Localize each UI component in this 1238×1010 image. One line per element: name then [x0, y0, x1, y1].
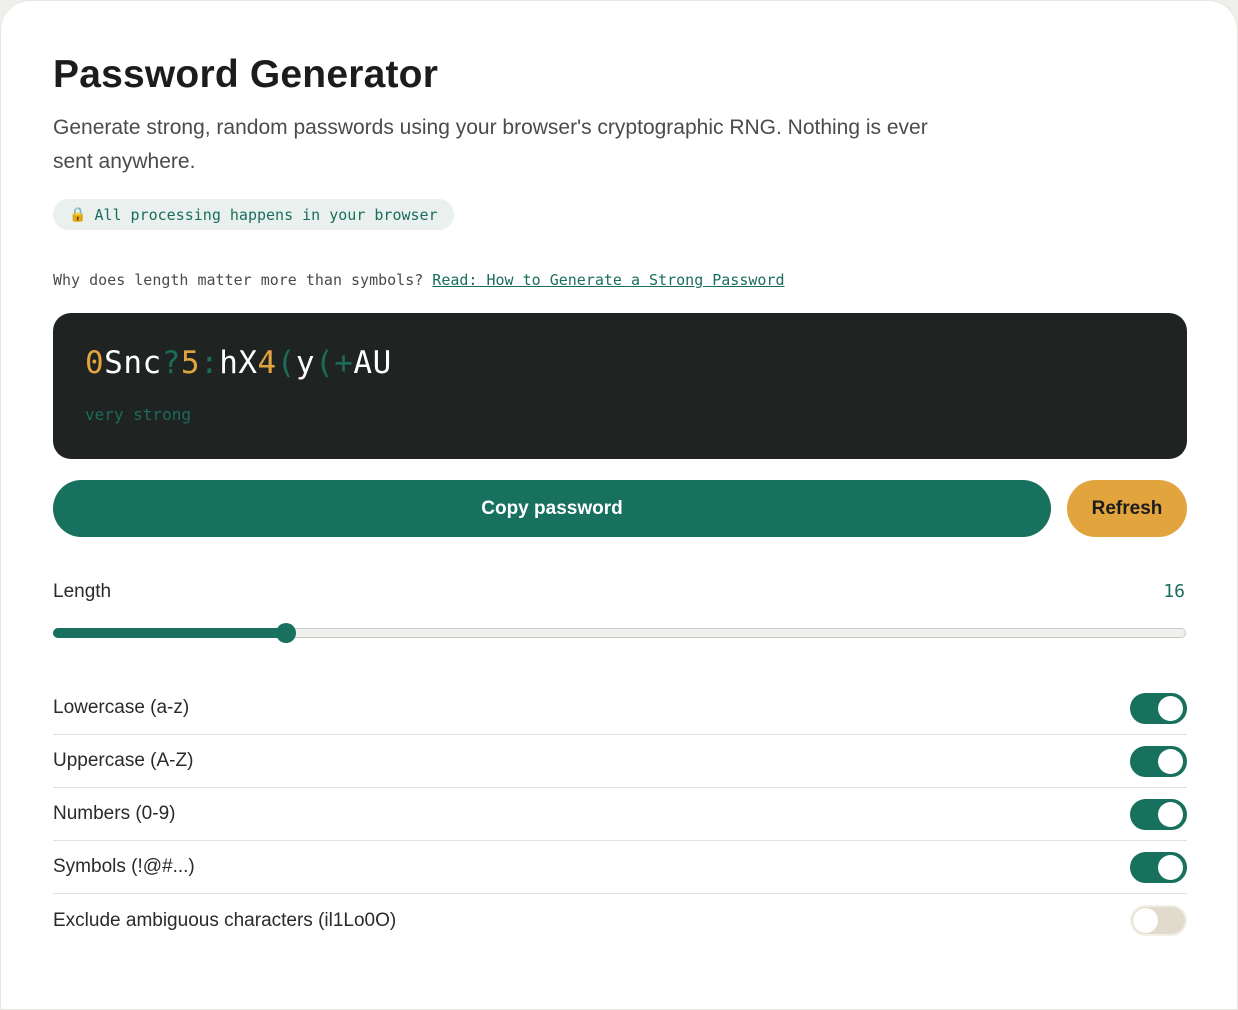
option-label: Exclude ambiguous characters (il1Lo0O) — [53, 909, 397, 931]
strength-label: very strong — [85, 405, 191, 424]
help-article-link[interactable]: Read: How to Generate a Strong Password — [432, 271, 784, 289]
option-exclude-ambiguous: Exclude ambiguous characters (il1Lo0O) — [53, 894, 1187, 947]
exclude-ambiguous-toggle[interactable] — [1130, 905, 1187, 936]
option-label: Lowercase (a-z) — [53, 697, 190, 718]
password-text[interactable]: 0Snc?5:hX4(y(+AU — [85, 345, 392, 381]
option-uppercase: Uppercase (A-Z) — [53, 735, 1187, 788]
password-char: 0 — [85, 345, 105, 381]
password-char: ( — [315, 345, 335, 381]
uppercase-toggle[interactable] — [1130, 745, 1187, 777]
toggle-knob — [1158, 801, 1183, 827]
lowercase-toggle[interactable] — [1130, 692, 1187, 724]
password-char: 4 — [257, 345, 277, 381]
password-char: y — [295, 345, 316, 381]
slider-thumb[interactable] — [276, 623, 296, 643]
toggle-knob — [1158, 854, 1183, 880]
privacy-text: All processing happens in your browser — [94, 205, 438, 224]
password-char: h — [219, 345, 239, 381]
length-value: 16 — [1163, 581, 1185, 602]
password-char: U — [372, 345, 392, 381]
option-label: Uppercase (A-Z) — [53, 750, 194, 771]
password-char: S — [104, 345, 124, 381]
page-title: Password Generator — [53, 53, 439, 96]
option-symbols: Symbols (!@#...) — [53, 841, 1187, 894]
password-char: 5 — [180, 345, 201, 381]
symbols-toggle[interactable] — [1130, 851, 1187, 883]
privacy-badge: 🔒 All processing happens in your browser — [53, 199, 454, 230]
password-char: c — [142, 345, 162, 381]
slider-fill — [53, 628, 286, 638]
copy-password-button[interactable]: Copy password — [53, 480, 1051, 537]
help-question: Why does length matter more than symbols… — [53, 271, 424, 289]
length-label: Length — [53, 581, 112, 602]
options-list: Lowercase (a-z) Uppercase (A-Z) Numbers … — [53, 682, 1187, 947]
toggle-knob — [1133, 908, 1158, 933]
numbers-toggle[interactable] — [1130, 798, 1187, 830]
option-label: Symbols (!@#...) — [53, 856, 195, 877]
password-char: ( — [276, 345, 296, 381]
password-char: : — [200, 345, 220, 381]
password-char: ? — [161, 345, 181, 381]
password-char: n — [123, 345, 143, 381]
option-label: Numbers (0-9) — [53, 803, 176, 824]
option-lowercase: Lowercase (a-z) — [53, 682, 1187, 735]
page-subtitle: Generate strong, random passwords using … — [53, 116, 928, 173]
lock-icon: 🔒 — [69, 206, 87, 223]
password-display: 0Snc?5:hX4(y(+AU very strong — [53, 313, 1187, 459]
password-char: + — [334, 345, 354, 381]
help-line: Why does length matter more than symbols… — [53, 271, 785, 289]
generator-card: Password Generator Generate strong, rand… — [0, 0, 1238, 1010]
toggle-knob — [1158, 695, 1183, 721]
toggle-knob — [1158, 748, 1183, 774]
option-numbers: Numbers (0-9) — [53, 788, 1187, 841]
password-char: X — [238, 345, 258, 381]
password-char: A — [353, 345, 373, 381]
length-slider[interactable] — [53, 623, 1186, 643]
refresh-button[interactable]: Refresh — [1067, 480, 1187, 537]
